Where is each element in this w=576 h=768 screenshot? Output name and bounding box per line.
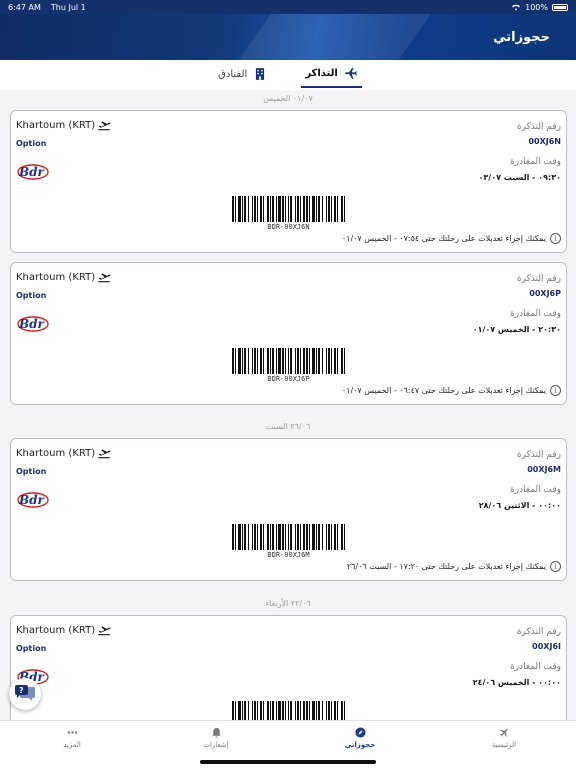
departure-time: ٠٩:٣٠ - السبت ٠٣/٠٧ (478, 173, 561, 182)
group-date: ٠١/٠٧ الخميس (263, 94, 313, 103)
barcode-text: BDR-00XJ6N (267, 223, 310, 231)
plane-departure-icon (98, 449, 111, 459)
departure-label: وقت المغادرة (510, 157, 561, 167)
battery-percent: 100% (525, 2, 548, 12)
tab-bar: التذاكر الفنادق (0, 60, 576, 90)
hotel-icon (256, 68, 265, 80)
battery-icon (552, 3, 568, 11)
departure-label: وقت المغادرة (510, 662, 561, 672)
barcode (232, 196, 345, 222)
modification-notice: i يمكنك إجراء تعديلات على رحلتك حتى ٠٦:٤… (342, 385, 561, 396)
home-indicator (200, 760, 376, 764)
svg-text:Bdr: Bdr (18, 165, 46, 179)
departure-time: ٠٠:٠٠ - الاثنين ٢٨/٠٦ (478, 501, 561, 510)
wifi-icon (512, 4, 521, 11)
departure-label: وقت المغادرة (510, 309, 561, 319)
destination: Khartoum (KRT) (16, 624, 111, 636)
option-label: Option (16, 139, 47, 148)
ticket-card[interactable]: Khartoum (KRT) Option Bdr رقم التذكرة 00… (10, 110, 567, 253)
modification-notice: i يمكنك إجراء تعديلات على رحلتك حتى ١٧:٢… (347, 561, 561, 572)
ticket-number-label: رقم التذكرة (516, 122, 561, 132)
destination: Khartoum (KRT) (16, 119, 111, 131)
nav-label: الرئيسية (491, 741, 517, 749)
option-label: Option (16, 291, 47, 300)
status-bar: 6:47 AM Thu Jul 1 100% (0, 0, 576, 14)
modification-notice: i يمكنك إجراء تعديلات على رحلتك حتى ٠٧:٥… (342, 233, 561, 244)
destination: Khartoum (KRT) (16, 447, 111, 459)
info-icon[interactable]: i (550, 233, 561, 244)
ticket-card[interactable]: Khartoum (KRT) Option Bdr رقم التذكرة 00… (10, 262, 567, 405)
barcode-text: BDR-00XJ6M (267, 551, 310, 559)
nav-home[interactable]: الرئيسية (432, 721, 576, 768)
option-label: Option (16, 467, 47, 476)
help-chat-button[interactable]: ? (9, 678, 41, 710)
compass-icon (354, 727, 366, 738)
nav-more[interactable]: المزيد (0, 721, 144, 768)
ticket-number: 00XJ6I (532, 642, 561, 651)
ticket-number: 00XJ6M (527, 465, 561, 474)
departure-time: ٢٠:٣٠ - الخميس ٠١/٠٧ (472, 325, 561, 334)
departure-label: وقت المغادرة (510, 485, 561, 495)
app-header: حجوزاتي (0, 14, 576, 60)
plane-departure-icon (98, 121, 111, 131)
status-time: 6:47 AM (8, 2, 41, 12)
bell-icon (211, 727, 221, 738)
barcode (232, 348, 345, 374)
departure-time: ٠٠:٠٠ - الخميس ٢٤/٠٦ (472, 678, 561, 687)
tab-label: التذاكر (305, 67, 338, 79)
svg-text:?: ? (19, 686, 24, 695)
nav-label: إشعارات (203, 741, 229, 749)
group-date: ٢٦/٠٦ السبت (265, 422, 311, 431)
option-label: Option (16, 644, 47, 653)
tab-hotels[interactable]: الفنادق (214, 60, 271, 88)
more-icon (67, 731, 77, 734)
nav-label: حجوزاتي (344, 741, 376, 749)
airline-logo: Bdr (17, 492, 49, 508)
info-icon[interactable]: i (550, 385, 561, 396)
destination: Khartoum (KRT) (16, 271, 111, 283)
group-date: ٢٣/٠٦ الأربعاء (265, 599, 311, 608)
ticket-number-label: رقم التذكرة (516, 450, 561, 460)
plane-icon (345, 67, 357, 79)
plane-departure-icon (98, 626, 111, 636)
tab-tickets[interactable]: التذاكر (301, 60, 362, 88)
ticket-number: 00XJ6N (528, 137, 561, 146)
svg-text:Bdr: Bdr (18, 493, 46, 507)
status-date: Thu Jul 1 (50, 2, 86, 12)
plane-departure-icon (98, 273, 111, 283)
ticket-card[interactable]: Khartoum (KRT) Option Bdr رقم التذكرة 00… (10, 438, 567, 581)
nav-label: المزيد (63, 741, 81, 749)
plane-icon (499, 728, 508, 737)
page-title: حجوزاتي (493, 30, 550, 45)
help-chat-icon: ? (15, 685, 35, 701)
tab-label: الفنادق (218, 68, 248, 80)
ticket-number-label: رقم التذكرة (516, 274, 561, 284)
ticket-number: 00XJ6P (529, 289, 561, 298)
svg-text:Bdr: Bdr (18, 317, 46, 331)
barcode-text: BDR-00XJ6P (267, 375, 310, 383)
info-icon[interactable]: i (550, 561, 561, 572)
airline-logo: Bdr (17, 316, 49, 332)
ticket-number-label: رقم التذكرة (516, 627, 561, 637)
airline-logo: Bdr (17, 164, 49, 180)
barcode (232, 524, 345, 550)
